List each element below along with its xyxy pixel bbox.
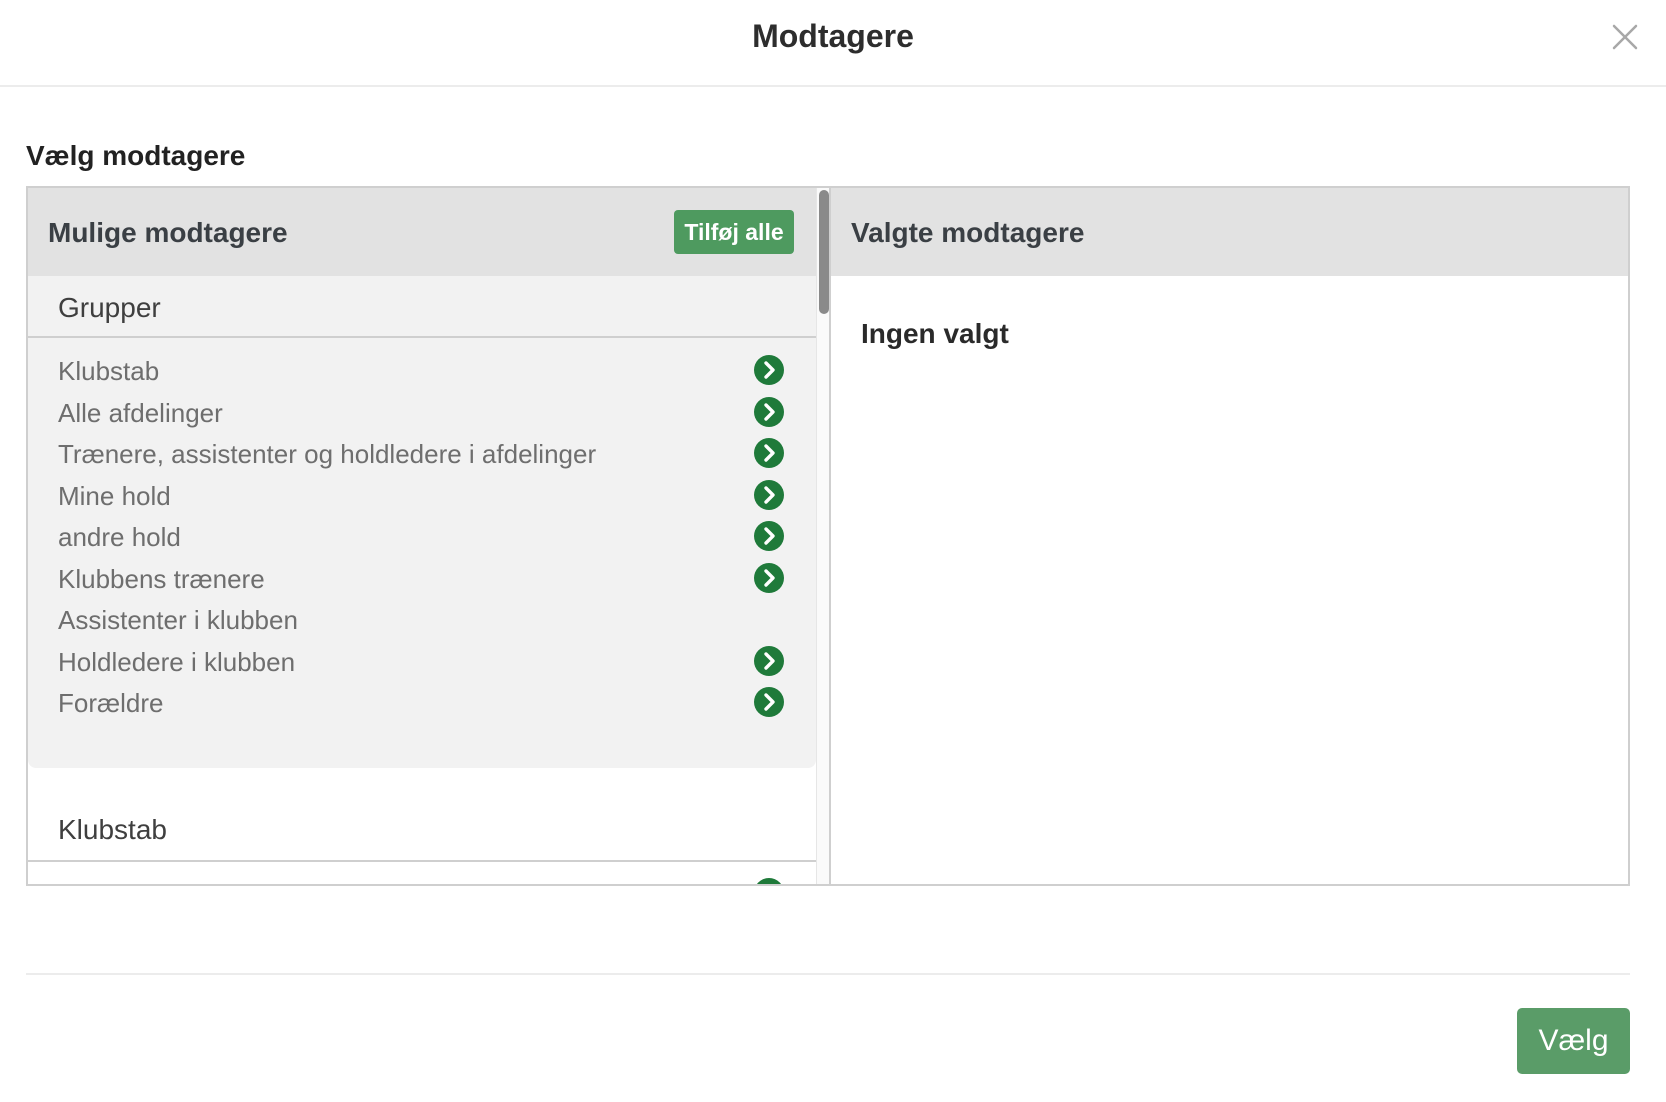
add-all-button[interactable]: Tilføj alle <box>674 210 794 254</box>
chevron-right-circle-icon[interactable] <box>754 396 784 427</box>
groups-heading: Grupper <box>58 292 161 323</box>
scrollbar[interactable] <box>816 188 829 884</box>
chevron-right-circle-icon[interactable] <box>754 687 784 717</box>
group-item-label: Forældre <box>58 688 164 718</box>
section-title: Vælg modtagere <box>26 140 246 171</box>
group-item[interactable]: Klubbens trænere <box>28 558 816 602</box>
group-item-label: Klubstab <box>58 356 160 386</box>
selected-recipients-title: Valgte modtagere <box>851 217 1085 248</box>
recipients-modal: Modtagere Vælg modtagere Mulige modtager… <box>0 0 1666 1102</box>
group-item-label: Klubbens trænere <box>58 563 265 594</box>
close-icon <box>1612 24 1638 50</box>
group-item[interactable]: andre hold <box>28 516 816 560</box>
group-item[interactable]: Holdledere i klubben <box>28 641 816 685</box>
selected-recipients-header: Valgte modtagere <box>831 188 1628 276</box>
group-item[interactable]: Trænere, assistenter og holdledere i afd… <box>28 433 816 477</box>
group-item[interactable]: Mine hold <box>28 475 816 519</box>
group-item-label: Assistenter i klubben <box>58 605 298 635</box>
chevron-right-circle-icon[interactable] <box>754 479 784 510</box>
chevron-right-circle-icon[interactable] <box>754 438 784 468</box>
modal-title: Modtagere <box>752 18 914 54</box>
available-recipients-header: Mulige modtagere Tilføj alle <box>28 188 816 276</box>
klubstab-divider <box>28 860 816 862</box>
modal-header: Modtagere <box>0 0 1666 87</box>
chevron-right-circle-icon[interactable] <box>754 521 784 551</box>
group-item-label: Mine hold <box>58 480 171 511</box>
group-item[interactable]: Assistenter i klubben <box>28 599 816 643</box>
footer-divider <box>26 973 1630 975</box>
chevron-right-circle-icon[interactable] <box>754 878 784 884</box>
selected-recipients-panel: Valgte modtagere Ingen valgt <box>831 188 1628 884</box>
chevron-right-circle-icon[interactable] <box>754 645 784 676</box>
group-item-label: Holdledere i klubben <box>58 646 296 677</box>
empty-selection-text: Ingen valgt <box>861 318 1009 349</box>
scrollbar-thumb[interactable] <box>819 190 829 314</box>
group-item-label: andre hold <box>58 522 181 552</box>
group-item-label: Alle afdelinger <box>58 397 223 428</box>
group-item[interactable]: Klubstab <box>28 350 816 394</box>
chevron-right-circle-icon[interactable] <box>754 355 784 385</box>
group-item[interactable]: Forældre <box>28 682 816 726</box>
klubstab-heading: Klubstab <box>58 814 167 845</box>
recipients-panels: Mulige modtagere Tilføj alle Grupper Klu… <box>26 186 1630 886</box>
available-recipients-panel: Mulige modtagere Tilføj alle Grupper Klu… <box>28 188 829 884</box>
group-item-label: Trænere, assistenter og holdledere i afd… <box>58 439 597 469</box>
available-recipients-title: Mulige modtagere <box>48 217 288 248</box>
select-button[interactable]: Vælg <box>1517 1008 1630 1074</box>
close-button[interactable] <box>1610 22 1640 52</box>
group-item[interactable]: Alle afdelinger <box>28 392 816 436</box>
chevron-right-circle-icon[interactable] <box>754 562 784 593</box>
groups-divider <box>28 336 816 338</box>
